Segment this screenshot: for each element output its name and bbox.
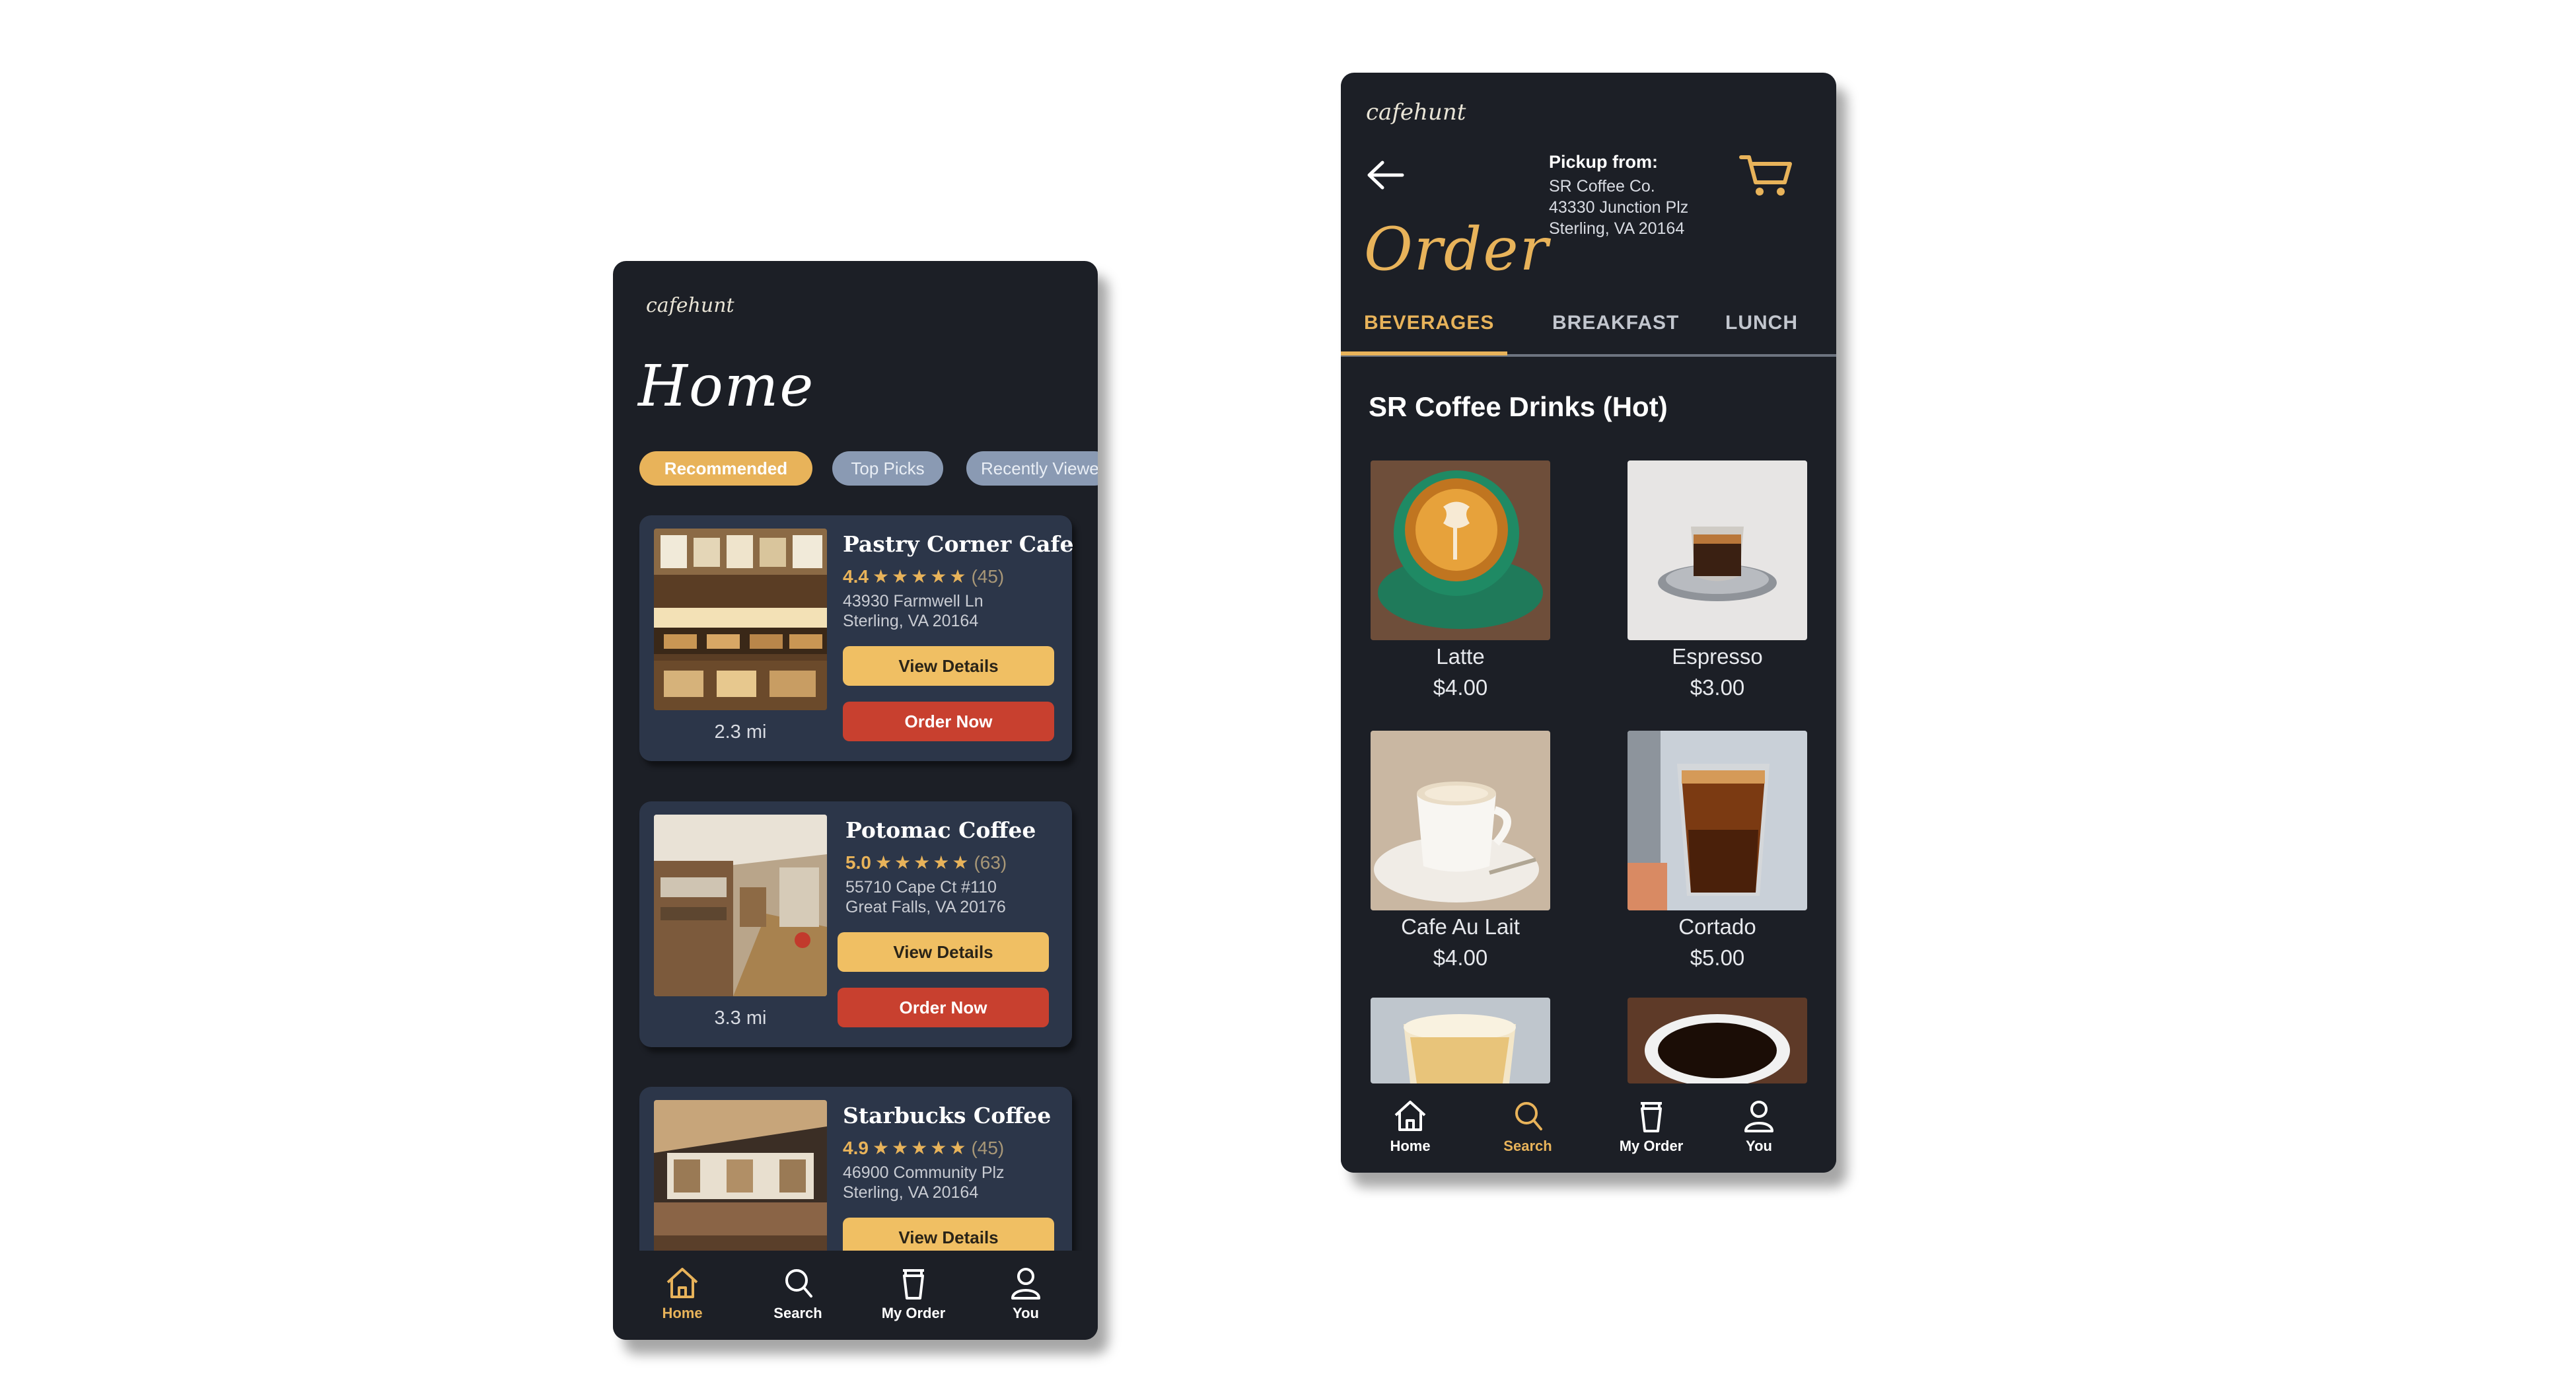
cup-icon — [1641, 1102, 1662, 1132]
user-icon — [1011, 1268, 1040, 1300]
nav-label: My Order — [881, 1305, 946, 1321]
app-logo: cafehunt — [646, 294, 734, 317]
cafe-address-line2: Sterling, VA 20164 — [843, 1183, 979, 1202]
pickup-store: SR Coffee Co. — [1549, 177, 1655, 196]
cafe-name: Potomac Coffee — [845, 817, 1036, 843]
home-icon — [1394, 1101, 1426, 1131]
user-icon — [1744, 1101, 1773, 1132]
nav-label: Home — [662, 1305, 703, 1321]
pickup-address-line2: Sterling, VA 20164 — [1549, 219, 1685, 238]
latte-photo[interactable] — [1371, 460, 1550, 640]
cafe-photo — [654, 529, 827, 710]
cafe-distance: 3.3 mi — [714, 1008, 767, 1029]
home-icon — [666, 1268, 698, 1298]
cafe-address-line2: Sterling, VA 20164 — [843, 612, 979, 630]
cup-icon — [903, 1269, 924, 1300]
cafe-address-line1: 46900 Community Plz — [843, 1163, 1005, 1182]
coffee-photo[interactable] — [1628, 998, 1807, 1083]
item-name: Espresso — [1672, 644, 1763, 669]
app-logo: cafehunt — [1366, 99, 1466, 126]
tab-lunch[interactable]: LUNCH — [1725, 312, 1798, 334]
active-tab-indicator — [1341, 351, 1507, 355]
item-name: Cortado — [1678, 914, 1756, 939]
item-price: $3.00 — [1690, 675, 1745, 700]
cortado-photo[interactable] — [1628, 731, 1807, 910]
cafe-name: Pastry Corner Cafe — [843, 531, 1074, 557]
nav-label: Search — [1503, 1138, 1552, 1154]
cafe-address-line2: Great Falls, VA 20176 — [845, 898, 1006, 916]
tab-breakfast[interactable]: BREAKFAST — [1552, 312, 1679, 334]
cafe-distance: 2.3 mi — [714, 721, 767, 743]
filter-top-picks[interactable]: Top Picks — [832, 451, 943, 486]
filter-recommended[interactable]: Recommended — [639, 451, 812, 486]
cafe-photo — [654, 815, 827, 996]
star-rating-icon: ★★★★★ — [872, 1138, 969, 1158]
order-now-button[interactable]: Order Now — [838, 988, 1049, 1027]
nav-home[interactable]: Home — [1374, 1098, 1447, 1155]
bottom-nav: Home Search My Order You — [613, 1251, 1098, 1340]
cafe-rating-row: 4.9 ★★★★★ (45) — [843, 1137, 1004, 1159]
pickup-address-line1: 43330 Junction Plz — [1549, 198, 1689, 217]
view-details-button[interactable]: View Details — [843, 646, 1054, 686]
search-icon — [1515, 1102, 1542, 1130]
nav-label: You — [1746, 1138, 1772, 1154]
nav-search[interactable]: Search — [1491, 1098, 1564, 1155]
star-rating-icon: ★★★★★ — [875, 852, 972, 873]
item-price: $4.00 — [1433, 675, 1488, 700]
review-count: (45) — [971, 1138, 1005, 1158]
review-count: (63) — [974, 852, 1007, 873]
nav-my-order[interactable]: My Order — [1608, 1098, 1694, 1155]
coffee-photo[interactable] — [1371, 998, 1550, 1083]
page-title: Home — [638, 353, 815, 420]
cafe-name: Starbucks Coffee — [843, 1103, 1052, 1128]
back-arrow-icon[interactable] — [1364, 159, 1406, 192]
cafe-rating: 5.0 — [845, 852, 871, 873]
section-title: SR Coffee Drinks (Hot) — [1369, 391, 1668, 422]
nav-you[interactable]: You — [1733, 1098, 1785, 1155]
cafe-rating-row: 5.0 ★★★★★ (63) — [845, 852, 1007, 873]
filter-recently-viewed[interactable]: Recently Viewed — [966, 451, 1098, 486]
cart-icon[interactable] — [1738, 152, 1794, 200]
bottom-nav: Home Search My Order You — [1341, 1083, 1836, 1173]
cafe-au-lait-photo[interactable] — [1371, 731, 1550, 910]
review-count: (45) — [971, 566, 1005, 587]
nav-you[interactable]: You — [999, 1265, 1052, 1322]
tab-beverages[interactable]: BEVERAGES — [1364, 312, 1494, 334]
cafe-rating: 4.4 — [843, 566, 869, 587]
pickup-heading: Pickup from: — [1549, 152, 1659, 172]
item-price: $4.00 — [1433, 945, 1488, 970]
cafe-card[interactable]: 2.3 mi Pastry Corner Cafe 4.4 ★★★★★ (45) 4… — [639, 515, 1074, 761]
espresso-photo[interactable] — [1628, 460, 1807, 640]
order-now-button[interactable]: Order Now — [843, 702, 1054, 741]
order-screen: cafehunt Order Pickup from: SR Coffee Co… — [1341, 73, 1836, 1173]
star-rating-icon: ★★★★★ — [872, 566, 969, 587]
cafe-address-line1: 43930 Farmwell Ln — [843, 592, 984, 610]
search-icon — [785, 1269, 812, 1298]
view-details-button[interactable]: View Details — [838, 932, 1049, 972]
home-screen: cafehunt Home Recommended Top Picks Rece… — [613, 261, 1098, 1340]
item-price: $5.00 — [1690, 945, 1745, 970]
page-title: Order — [1364, 215, 1550, 284]
cafe-rating-row: 4.4 ★★★★★ (45) — [843, 566, 1004, 587]
cafe-rating: 4.9 — [843, 1138, 869, 1158]
cafe-address-line1: 55710 Cape Ct #110 — [845, 878, 997, 897]
cafe-card[interactable]: 3.3 mi Potomac Coffee 5.0 ★★★★★ (63) 55710… — [639, 801, 1072, 1047]
item-name: Cafe Au Lait — [1401, 914, 1520, 939]
nav-label: Home — [1390, 1138, 1431, 1154]
nav-label: Search — [773, 1305, 822, 1321]
nav-search[interactable]: Search — [762, 1265, 834, 1322]
item-name: Latte — [1436, 644, 1485, 669]
nav-home[interactable]: Home — [646, 1265, 719, 1322]
nav-my-order[interactable]: My Order — [871, 1265, 956, 1322]
nav-label: You — [1013, 1305, 1039, 1321]
nav-label: My Order — [1619, 1138, 1684, 1154]
